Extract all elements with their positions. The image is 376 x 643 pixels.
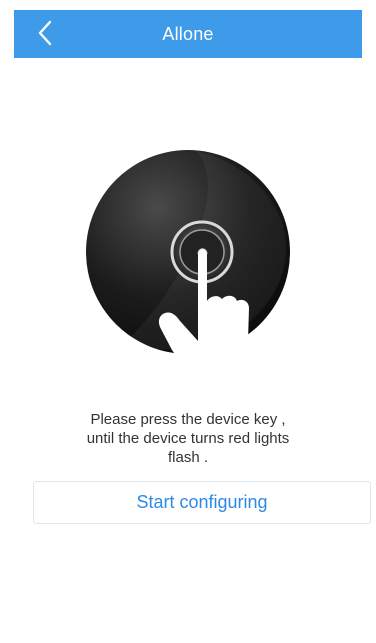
instruction-line: flash . [167,449,209,466]
header-bar: Allone [14,10,362,58]
page-title: Allone [162,24,214,44]
instructions-text: Please press the device key , until the … [40,410,336,467]
instruction-line: Please press the device key , [90,411,286,428]
start-configuring-button[interactable]: Start configuring [33,481,371,524]
instruction-line: until the device turns red lights [86,430,290,447]
device-press-illustration [86,136,291,381]
